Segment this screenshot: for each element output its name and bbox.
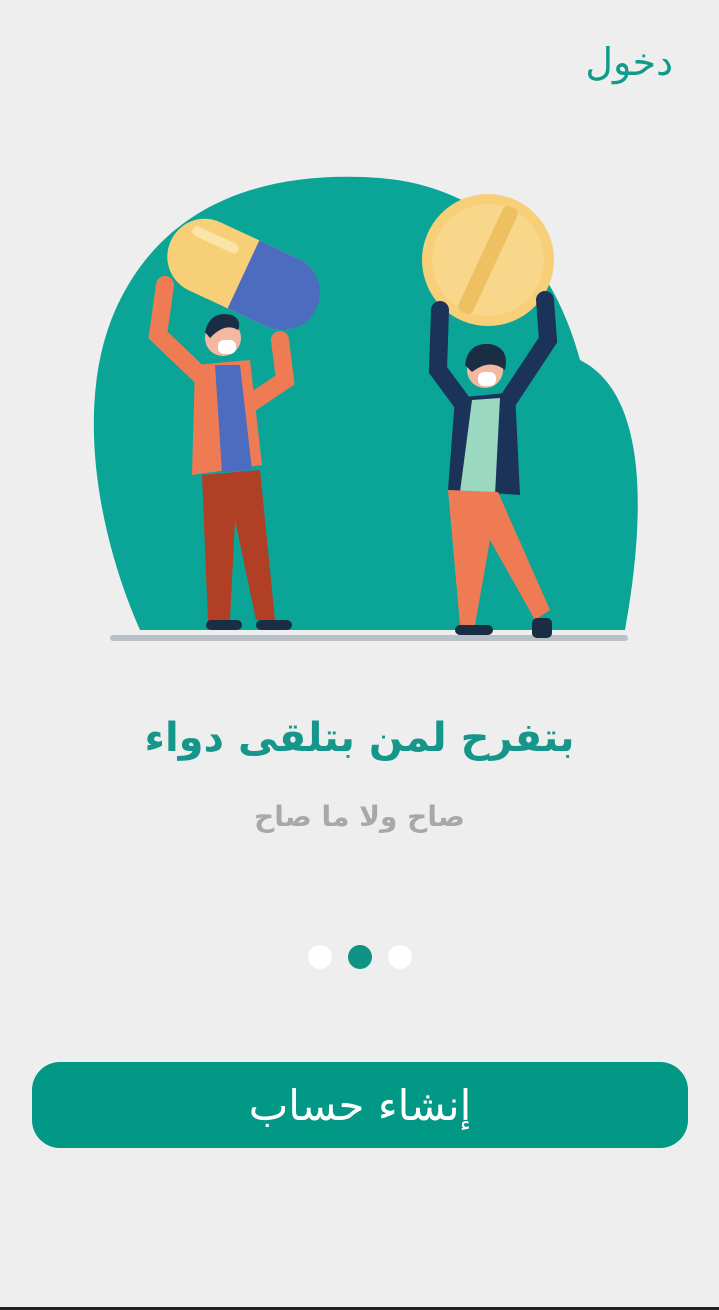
page-dot[interactable] — [307, 945, 332, 969]
onboarding-illustration — [93, 176, 638, 641]
login-link[interactable]: دخول — [585, 40, 673, 84]
page-dot[interactable] — [387, 945, 412, 969]
page-dot-active[interactable] — [347, 945, 372, 969]
onboarding-title: بتفرح لمن بتلقى دواء — [144, 715, 575, 761]
create-account-button[interactable]: إنشاء حساب — [32, 1062, 688, 1148]
page-indicator — [0, 945, 719, 969]
onboarding-subtitle: صاح ولا ما صاح — [254, 800, 465, 833]
